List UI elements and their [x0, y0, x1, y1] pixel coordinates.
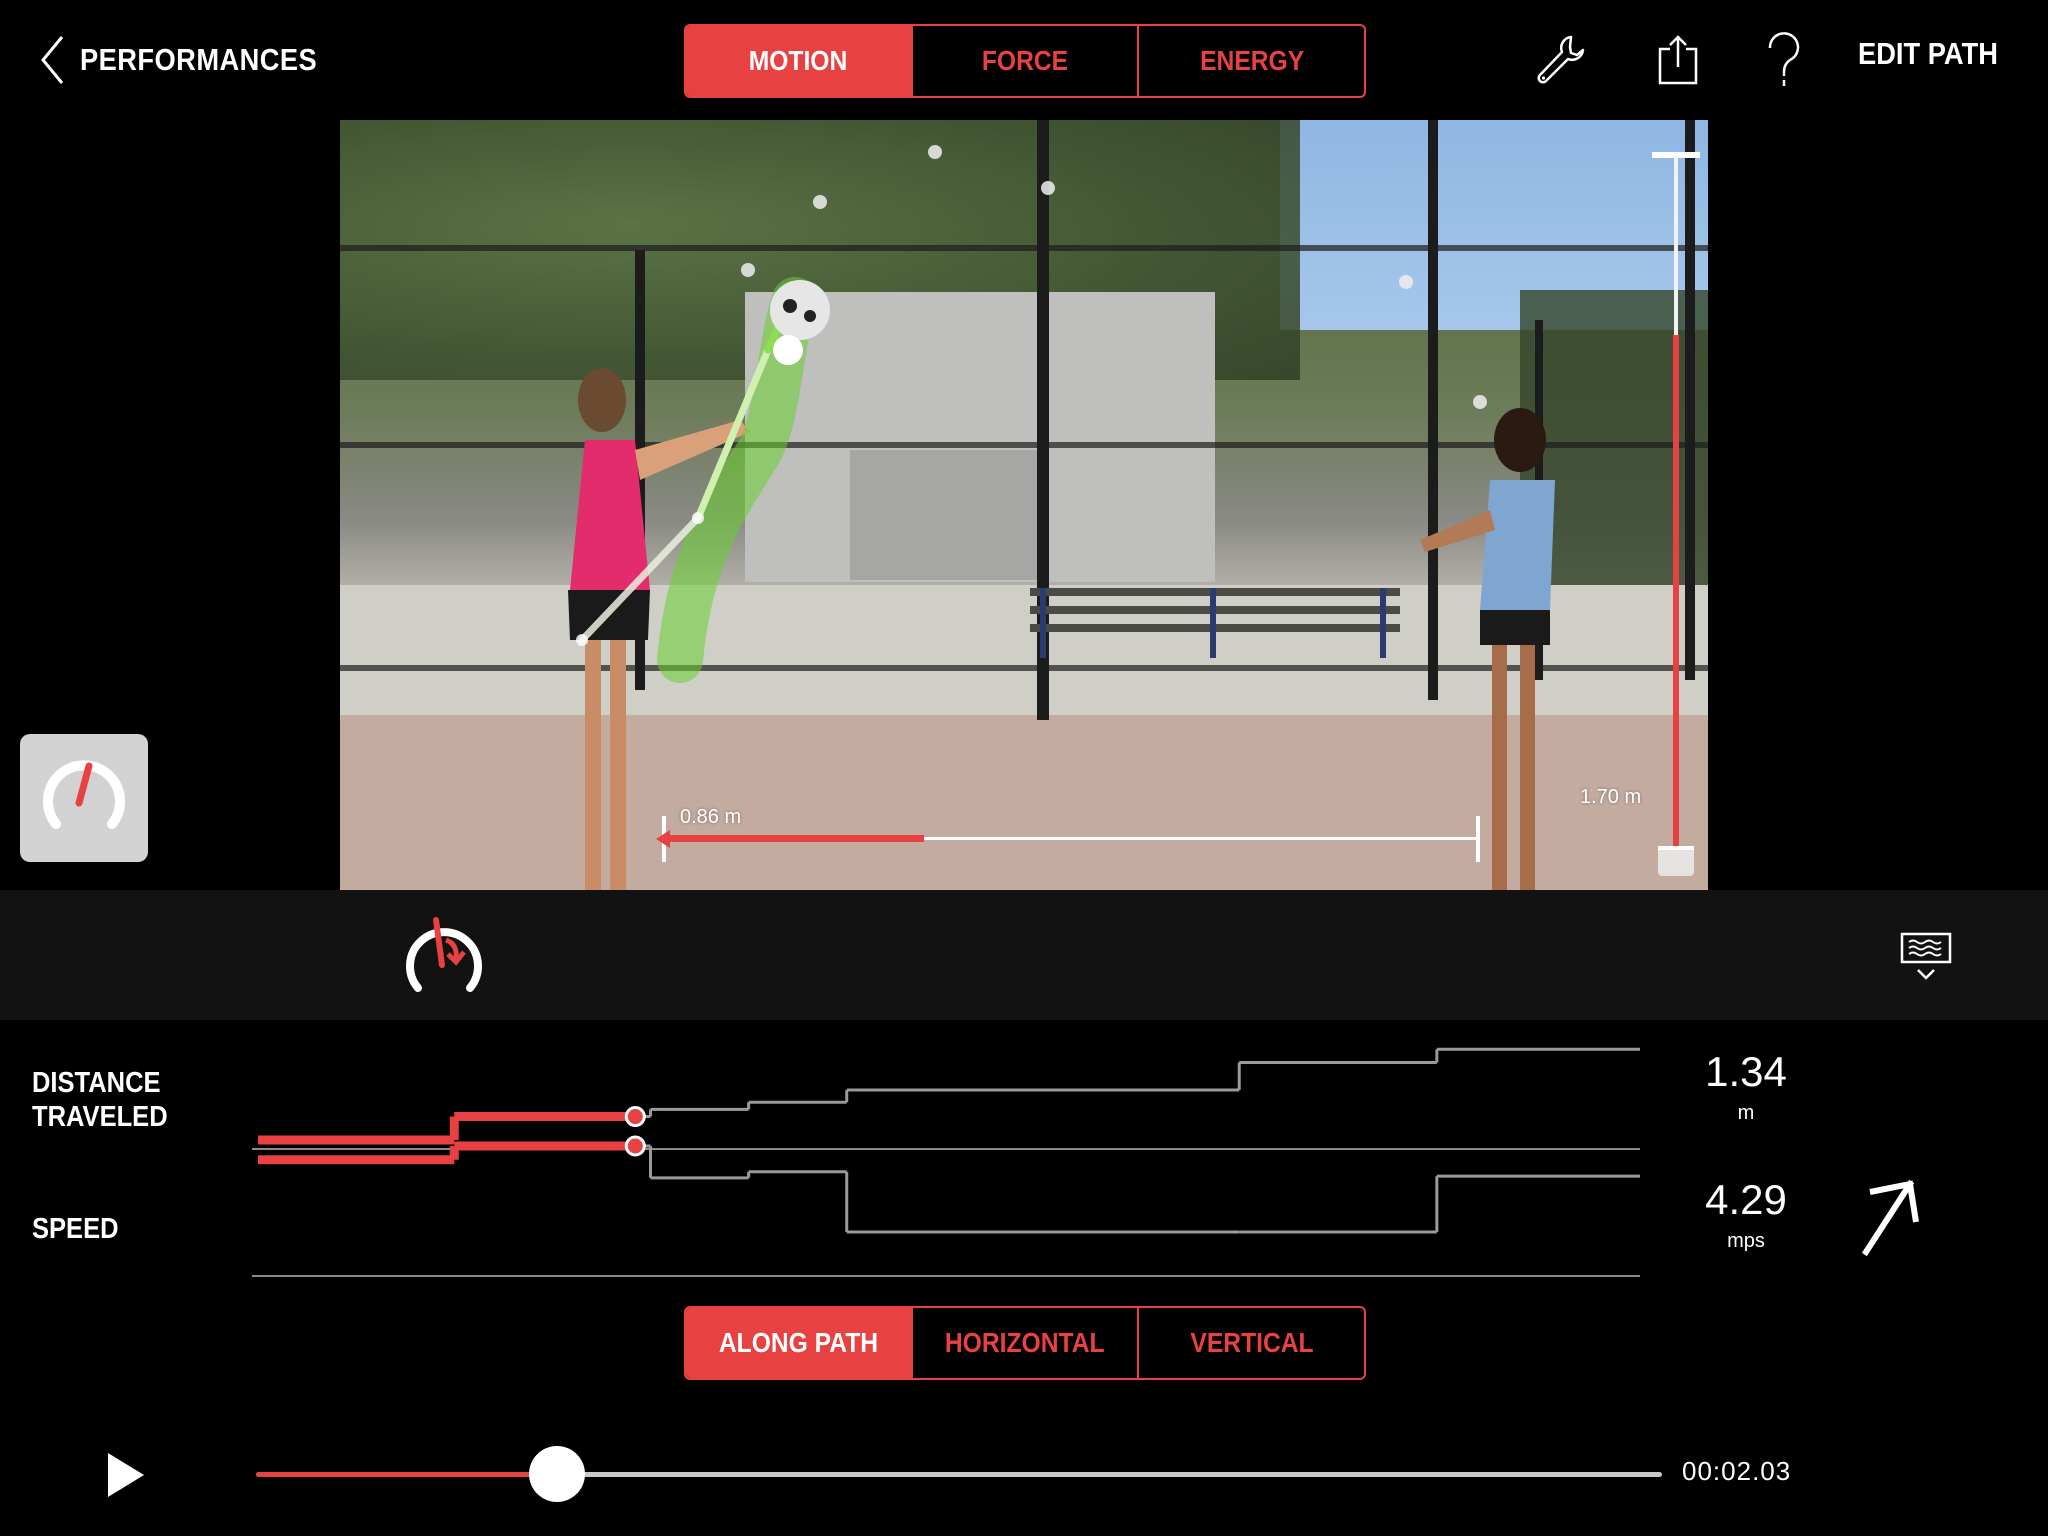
scrubber-thumb[interactable]	[528, 1446, 585, 1502]
playback-time: 00:02.03	[1682, 1456, 1792, 1486]
tab-energy[interactable]: ENERGY	[1137, 26, 1364, 96]
future-path-point[interactable]	[1041, 181, 1055, 195]
soccer-ball	[770, 280, 830, 340]
speed-graph-label: SPEED	[32, 1213, 119, 1245]
current-path-point[interactable]	[773, 335, 803, 365]
analysis-toolbar	[0, 890, 2048, 1020]
share-icon	[1658, 35, 1698, 85]
wrench-icon	[1537, 35, 1585, 84]
back-label: PERFORMANCES	[80, 42, 318, 77]
distance-readout: 1.34 m	[1686, 1048, 1806, 1125]
speedometer-icon	[43, 760, 125, 829]
settings-button[interactable]	[1532, 30, 1592, 90]
arrow-up-right-icon	[1861, 1179, 1919, 1257]
mode-segmented-control: MOTION FORCE ENERGY	[684, 24, 1366, 98]
future-path-point[interactable]	[1399, 275, 1413, 289]
distance-series	[258, 1047, 1640, 1145]
help-button[interactable]	[1754, 30, 1814, 90]
future-path-point[interactable]	[741, 263, 755, 277]
distance-graph-label: DISTANCE TRAVELED	[32, 1066, 168, 1134]
play-icon	[108, 1453, 144, 1497]
distance-value: 1.34	[1705, 1048, 1787, 1095]
future-path-point[interactable]	[1473, 395, 1487, 409]
tab-horizontal[interactable]: HORIZONTAL	[910, 1308, 1138, 1378]
speed-unit: mps	[1727, 1230, 1765, 1252]
playback-scrubber[interactable]	[256, 1446, 1662, 1502]
data-panel-toggle[interactable]	[1900, 932, 1952, 991]
chevron-left-icon	[41, 36, 64, 84]
path-point[interactable]	[576, 634, 588, 646]
speed-value: 4.29	[1705, 1176, 1787, 1223]
tab-force-label: FORCE	[981, 45, 1069, 76]
speed-readout: 4.29 mps	[1686, 1176, 1806, 1253]
help-icon	[1768, 32, 1800, 86]
speed-gauge-button[interactable]	[20, 734, 148, 862]
distance-unit: m	[1737, 1102, 1755, 1124]
graph-playhead-marker[interactable]	[624, 1135, 646, 1157]
distance-label-line2: TRAVELED	[32, 1101, 168, 1133]
ruler-fill	[664, 835, 925, 842]
scrubber-progress	[256, 1472, 557, 1477]
tab-vertical-label: VERTICAL	[1190, 1327, 1314, 1358]
data-table-collapse-icon	[1900, 932, 1952, 980]
vertical-ruler-fill	[1673, 335, 1679, 846]
vertical-measure-label: 1.70 m	[1580, 786, 1642, 808]
tab-force[interactable]: FORCE	[910, 26, 1138, 96]
speed-tool-button[interactable]	[396, 910, 492, 1007]
path-point[interactable]	[692, 512, 704, 524]
share-button[interactable]	[1648, 30, 1708, 90]
tab-along-path[interactable]: ALONG PATH	[686, 1308, 911, 1378]
graph-playhead-marker[interactable]	[624, 1106, 646, 1128]
trash-icon[interactable]	[1658, 846, 1694, 876]
edit-path-button[interactable]: EDIT PATH	[1858, 36, 1998, 72]
back-button[interactable]: PERFORMANCES	[40, 30, 350, 90]
speed-series	[258, 1135, 1640, 1234]
component-segmented-control: ALONG PATH HORIZONTAL VERTICAL	[684, 1306, 1366, 1380]
speedometer-rate-icon	[406, 917, 482, 992]
ruler-arrow	[656, 830, 670, 848]
horizontal-measure-label: 0.86 m	[680, 806, 742, 828]
motion-graphs[interactable]	[250, 1030, 1650, 1290]
horizontal-ruler[interactable]: 0.86 m	[656, 806, 1480, 866]
motion-path-overlay	[576, 145, 1487, 683]
tab-horizontal-label: HORIZONTAL	[945, 1327, 1105, 1358]
distance-label-line1: DISTANCE	[32, 1067, 161, 1099]
vertical-ruler[interactable]: 1.70 m	[1580, 152, 1702, 876]
tab-along-path-label: ALONG PATH	[718, 1327, 878, 1358]
tab-energy-label: ENERGY	[1199, 45, 1304, 76]
tab-motion-label: MOTION	[749, 45, 848, 76]
future-path-point[interactable]	[813, 195, 827, 209]
tab-vertical[interactable]: VERTICAL	[1137, 1308, 1364, 1378]
play-button[interactable]	[104, 1450, 152, 1500]
video-frame[interactable]: 0.86 m 1.70 m	[340, 120, 1708, 890]
tab-motion[interactable]: MOTION	[686, 26, 911, 96]
future-path-point[interactable]	[928, 145, 942, 159]
